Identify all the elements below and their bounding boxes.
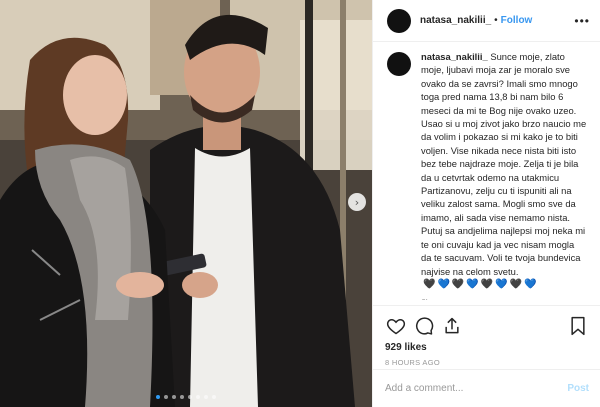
heart-outline-icon[interactable]	[385, 315, 407, 337]
post-side-panel: natasa_nakilii_ • Follow ••• natasa_naki…	[372, 0, 600, 407]
carousel-dot	[164, 395, 168, 399]
action-icons	[385, 312, 589, 340]
comment-input[interactable]	[385, 383, 568, 394]
more-options-icon[interactable]: •••	[574, 14, 590, 28]
chevron-right-icon: ›	[354, 195, 360, 209]
heart-emoji-icon: 💙	[437, 279, 450, 291]
carousel-dot	[156, 395, 160, 399]
post-comment-button[interactable]: Post	[567, 383, 589, 394]
caption-time: 6h	[421, 297, 587, 300]
caption-area: natasa_nakilii_ Sunce moje, zlato moje, …	[373, 50, 600, 300]
carousel-dot	[188, 395, 192, 399]
header-separator: •	[494, 15, 498, 26]
comment-bubble-icon[interactable]	[413, 315, 435, 337]
caption-username[interactable]: natasa_nakilii_	[421, 51, 488, 62]
caption-text-block: natasa_nakilii_ Sunce moje, zlato moje, …	[421, 50, 587, 291]
caption-avatar[interactable]	[387, 52, 411, 76]
carousel-dot	[212, 395, 216, 399]
caption-body: Sunce moje, zlato moje, ljubavi moja zar…	[421, 51, 587, 277]
caption-hearts: 🖤 💙 🖤 💙 🖤 💙 🖤 💙	[423, 280, 537, 290]
carousel-next-button[interactable]: ›	[348, 193, 366, 211]
post-header: natasa_nakilii_ • Follow •••	[373, 0, 600, 42]
post-photo[interactable]: ›	[0, 0, 372, 407]
heart-emoji-icon: 🖤	[480, 279, 494, 291]
caption: natasa_nakilii_ Sunce moje, zlato moje, …	[387, 50, 587, 291]
carousel-dot	[172, 395, 176, 399]
heart-emoji-icon: 💙	[524, 279, 537, 291]
heart-emoji-icon: 💙	[466, 279, 479, 291]
carousel-dot	[180, 395, 184, 399]
carousel-dots	[0, 395, 372, 399]
carousel-dot	[204, 395, 208, 399]
post-actions: 929 likes 8 HOURS AGO	[373, 305, 600, 367]
share-icon[interactable]	[441, 315, 463, 337]
likes-count[interactable]: 929 likes	[385, 342, 589, 353]
heart-emoji-icon: 🖤	[423, 279, 436, 291]
post-timestamp: 8 HOURS AGO	[385, 358, 440, 367]
carousel-dot	[196, 395, 200, 399]
bookmark-icon[interactable]	[567, 315, 589, 337]
avatar[interactable]	[387, 8, 411, 33]
follow-button[interactable]: Follow	[501, 15, 533, 26]
heart-emoji-icon: 🖤	[509, 279, 523, 291]
heart-emoji-icon: 🖤	[451, 279, 465, 291]
heart-emoji-icon: 💙	[495, 279, 508, 291]
comment-bar: Post	[373, 369, 600, 407]
header-username[interactable]: natasa_nakilii_	[420, 15, 491, 26]
photo-illustration	[0, 0, 372, 407]
